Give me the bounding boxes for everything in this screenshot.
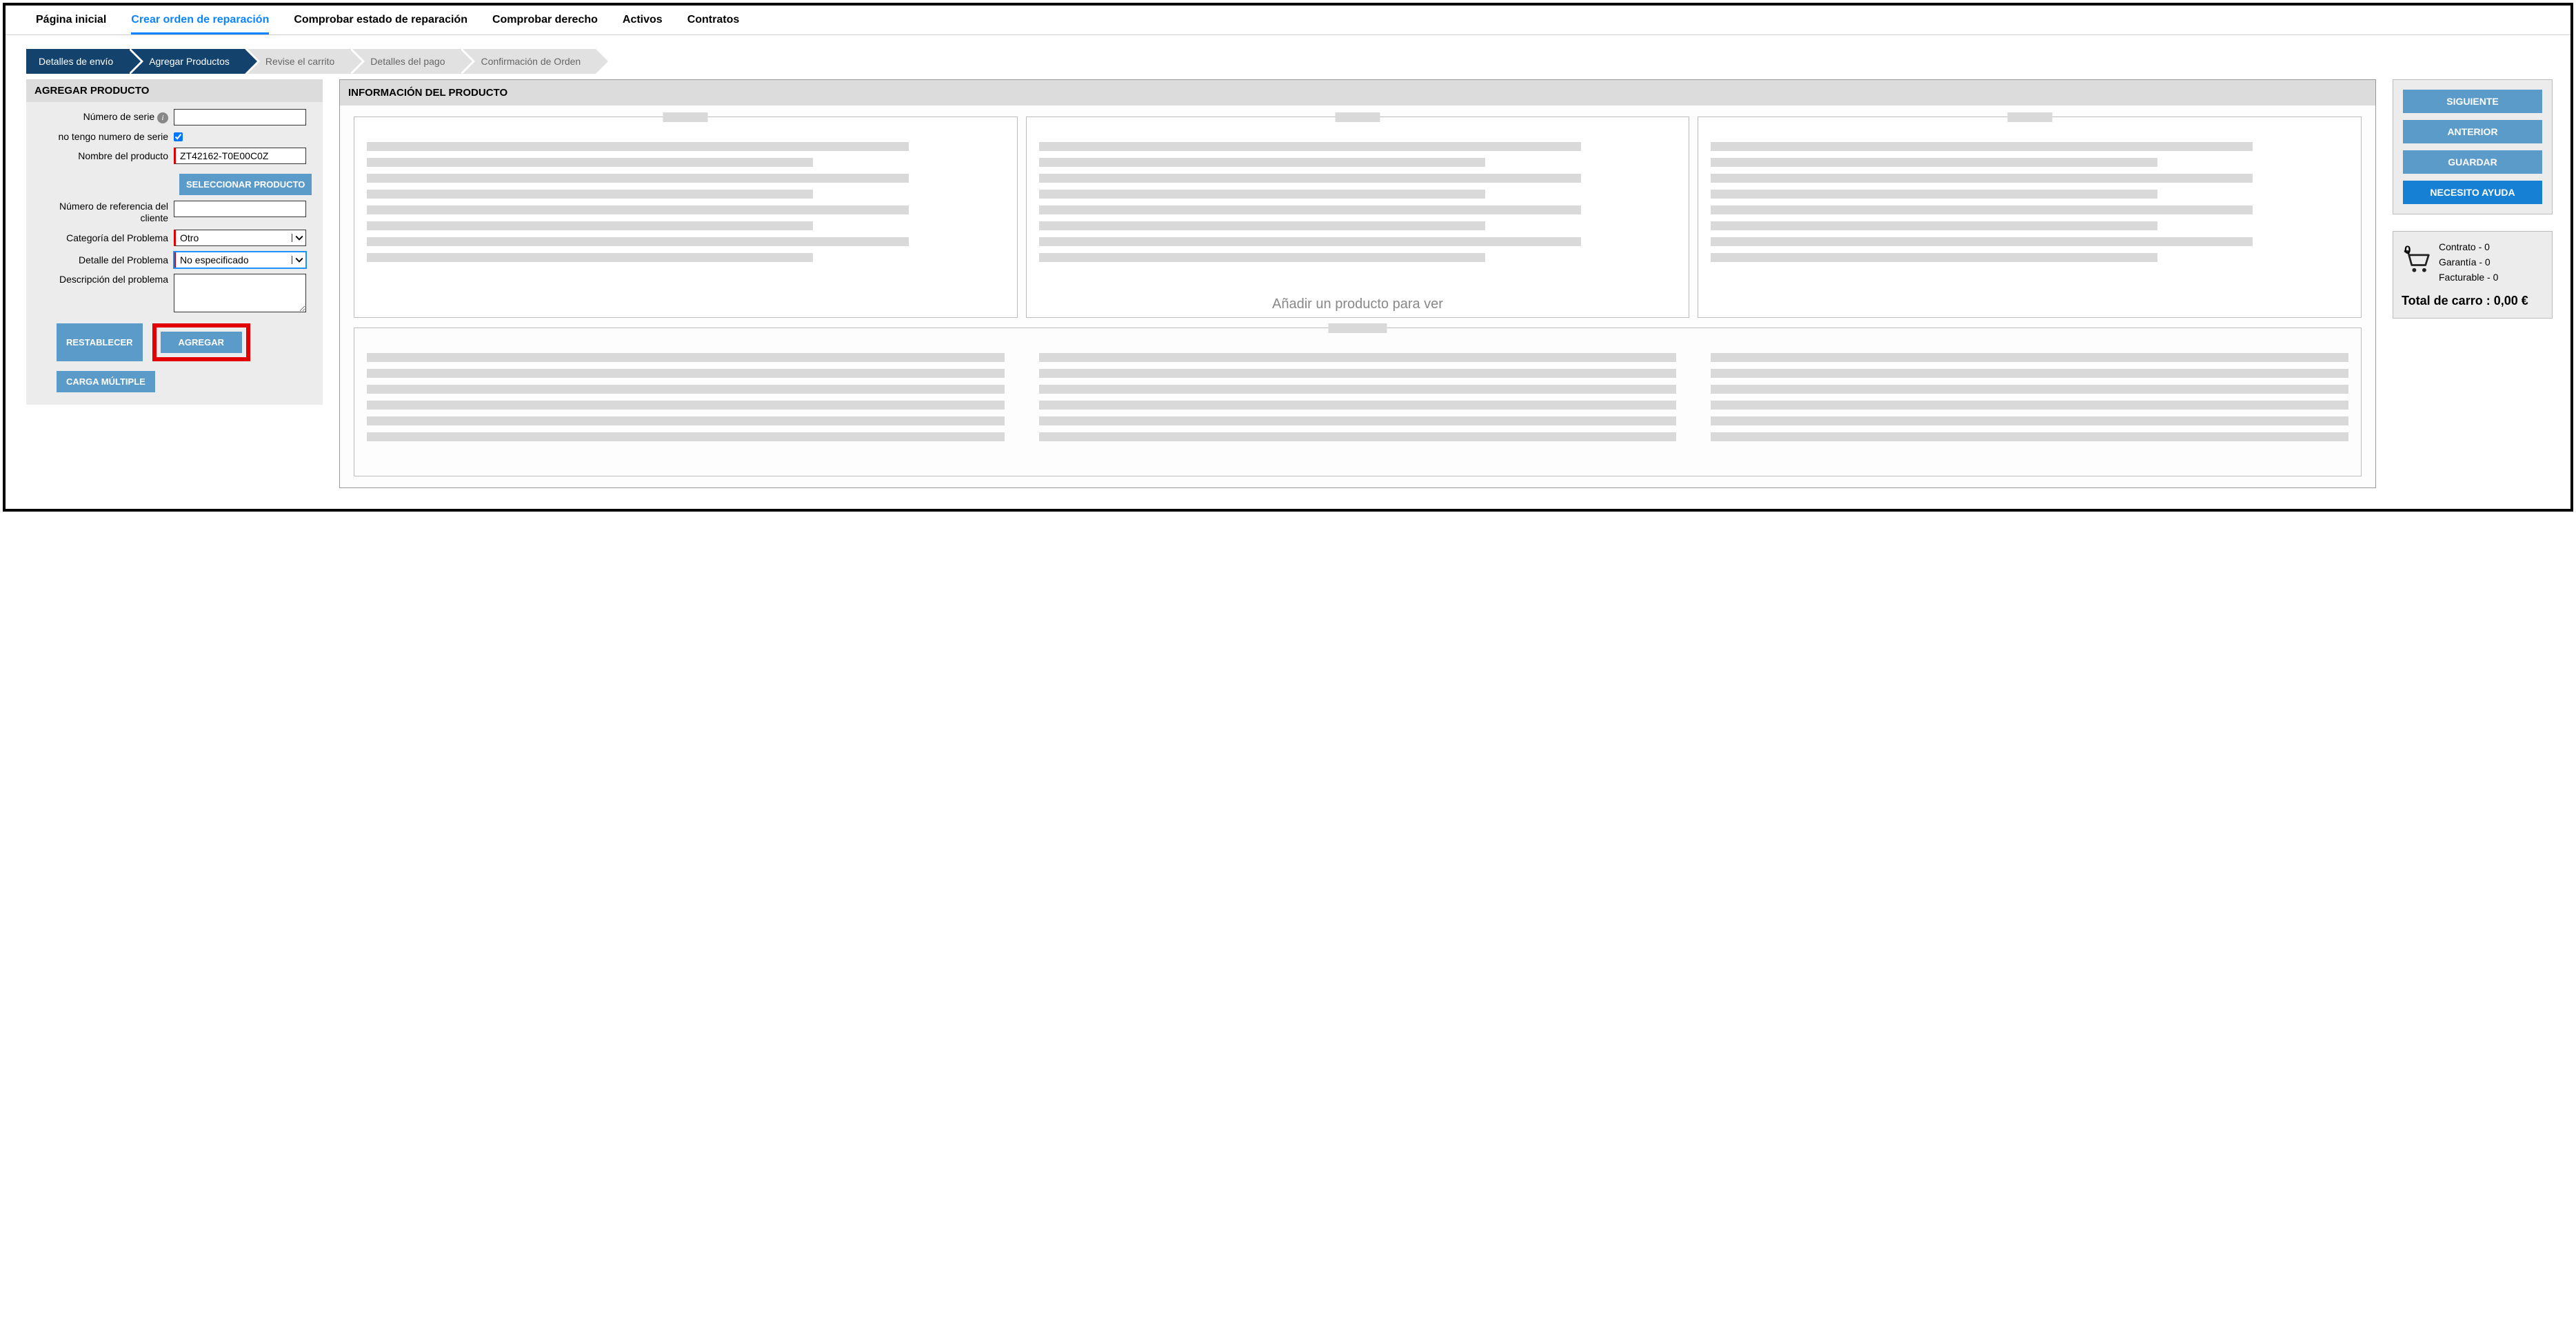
skeleton-lower xyxy=(354,328,2362,476)
cart-count: 0 xyxy=(2404,243,2411,257)
row-no-serial: no tengo numero de serie xyxy=(36,131,313,142)
cust-ref-label: Número de referencia del cliente xyxy=(36,201,174,224)
add-product-panel: AGREGAR PRODUCTO Número de serie i no te… xyxy=(26,79,323,405)
tab-contracts[interactable]: Contratos xyxy=(687,14,740,28)
row-cust-ref: Número de referencia del cliente xyxy=(36,201,313,224)
wizard-step-shipping[interactable]: Detalles de envío xyxy=(26,49,128,74)
add-button[interactable]: AGREGAR xyxy=(161,332,242,353)
wizard-step-review-cart[interactable]: Revise el carrito xyxy=(245,49,350,74)
row-product-name: Nombre del producto xyxy=(36,148,313,164)
select-product-button[interactable]: SELECCIONAR PRODUCTO xyxy=(179,174,312,195)
add-product-header: AGREGAR PRODUCTO xyxy=(26,79,323,102)
reset-button[interactable]: RESTABLECER xyxy=(57,323,143,361)
row-serial: Número de serie i xyxy=(36,109,313,125)
problem-desc-textarea[interactable] xyxy=(174,274,306,312)
right-actions-card: SIGUIENTE ANTERIOR GUARDAR NECESITO AYUD… xyxy=(2393,79,2553,214)
cust-ref-input[interactable] xyxy=(174,201,306,217)
cart-line-contract: Contrato - 0 xyxy=(2439,241,2498,252)
product-info-header: INFORMACIÓN DEL PRODUCTO xyxy=(340,80,2375,105)
row-problem-category: Categoría del Problema xyxy=(36,230,313,246)
wizard-step-confirmation[interactable]: Confirmación de Orden xyxy=(460,49,596,74)
skeleton-cards: Añadir un producto para ver xyxy=(354,117,2362,318)
serial-input[interactable] xyxy=(174,109,306,125)
wizard-steps: Detalles de envío Agregar Productos Revi… xyxy=(26,49,2570,74)
cart-summary: 0 Contrato - 0 Garantía - 0 Facturable -… xyxy=(2393,231,2553,319)
product-name-input[interactable] xyxy=(174,148,306,164)
tab-check-entitlement[interactable]: Comprobar derecho xyxy=(492,14,598,28)
serial-label: Número de serie i xyxy=(36,111,174,123)
problem-detail-select[interactable] xyxy=(174,252,306,268)
save-button[interactable]: GUARDAR xyxy=(2403,150,2542,174)
info-icon[interactable]: i xyxy=(157,112,168,123)
row-problem-desc: Descripción del problema xyxy=(36,274,313,312)
top-nav: Página inicial Crear orden de reparación… xyxy=(6,6,2570,35)
problem-desc-label: Descripción del problema xyxy=(36,274,174,285)
no-serial-label: no tengo numero de serie xyxy=(36,131,174,142)
cart-total: Total de carro : 0,00 € xyxy=(2402,294,2544,308)
tab-assets[interactable]: Activos xyxy=(623,14,663,28)
cart-line-warranty: Garantía - 0 xyxy=(2439,256,2498,268)
tab-check-status[interactable]: Comprobar estado de reparación xyxy=(294,14,467,28)
previous-button[interactable]: ANTERIOR xyxy=(2403,120,2542,143)
help-button[interactable]: NECESITO AYUDA xyxy=(2403,181,2542,204)
next-button[interactable]: SIGUIENTE xyxy=(2403,90,2542,113)
no-serial-checkbox[interactable] xyxy=(174,132,183,141)
product-info-panel: INFORMACIÓN DEL PRODUCTO xyxy=(339,79,2376,488)
wizard-step-add-products[interactable]: Agregar Productos xyxy=(128,49,245,74)
bulk-upload-button[interactable]: CARGA MÚLTIPLE xyxy=(57,371,155,392)
wizard-step-payment[interactable]: Detalles del pago xyxy=(350,49,460,74)
product-name-label: Nombre del producto xyxy=(36,150,174,161)
problem-category-select[interactable] xyxy=(174,230,306,246)
tab-create-order[interactable]: Crear orden de reparación xyxy=(131,14,269,34)
problem-detail-label: Detalle del Problema xyxy=(36,254,174,265)
tab-home[interactable]: Página inicial xyxy=(36,14,106,28)
problem-category-label: Categoría del Problema xyxy=(36,232,174,243)
row-problem-detail: Detalle del Problema xyxy=(36,252,313,268)
add-button-highlight: AGREGAR xyxy=(152,323,250,361)
cart-line-billable: Facturable - 0 xyxy=(2439,272,2498,283)
cart-icon: 0 xyxy=(2402,248,2432,277)
